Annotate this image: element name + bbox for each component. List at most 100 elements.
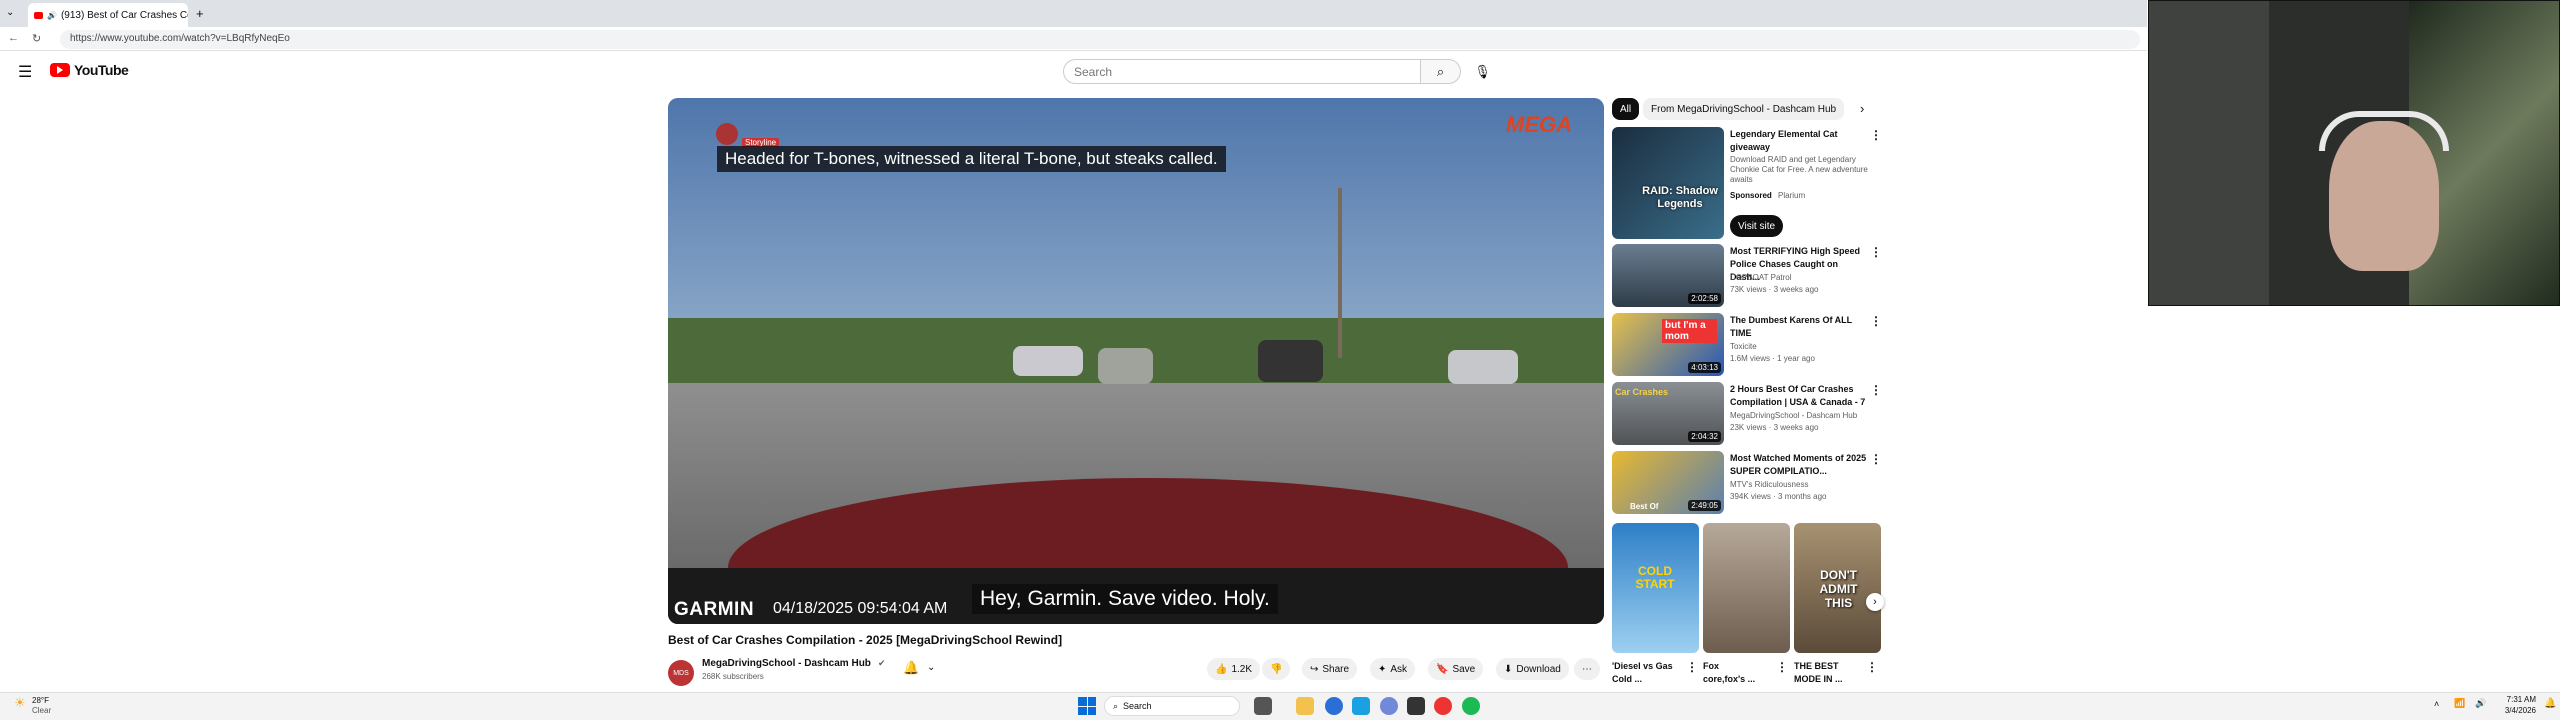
wifi-icon[interactable]: 📶 bbox=[2454, 698, 2465, 709]
reload-icon[interactable]: ↻ bbox=[32, 32, 41, 45]
more-options-icon[interactable]: ⋮ bbox=[1870, 245, 1882, 259]
file-explorer-icon[interactable] bbox=[1296, 697, 1314, 715]
clock-date[interactable]: 3/4/2026 bbox=[2496, 706, 2536, 715]
video-meta: 394K views · 3 months ago bbox=[1730, 492, 1827, 501]
dislike-button[interactable]: 👎 bbox=[1262, 658, 1291, 680]
video-title-link[interactable]: The Dumbest Karens Of ALL TIME bbox=[1730, 314, 1870, 340]
sparkle-icon: ✦ bbox=[1378, 663, 1387, 675]
like-button[interactable]: 👍 1.2K bbox=[1207, 658, 1261, 680]
visit-site-button[interactable]: Visit site bbox=[1730, 215, 1784, 237]
clock-time[interactable]: 7:31 AM bbox=[2496, 695, 2536, 704]
storyline-avatar bbox=[716, 123, 738, 145]
video-thumbnail[interactable]: Car Crashes 2:04:32 bbox=[1612, 382, 1724, 445]
windows-start-icon[interactable] bbox=[1078, 697, 1096, 715]
more-actions-button[interactable]: ⋯ bbox=[1574, 658, 1600, 680]
chip-from-channel[interactable]: From MegaDrivingSchool - Dashcam Hub bbox=[1643, 98, 1845, 120]
video-duration: 2:49:05 bbox=[1688, 500, 1721, 511]
microphone-icon: 🎙 bbox=[1474, 63, 1491, 79]
video-thumbnail[interactable]: Best Of 2:49:05 bbox=[1612, 451, 1724, 514]
tab-list-icon[interactable]: ⌄ bbox=[6, 7, 14, 18]
weather-condition: Clear bbox=[32, 706, 52, 715]
youtube-logo[interactable]: YouTube bbox=[50, 62, 129, 78]
video-thumbnail[interactable]: 2:02:58 bbox=[1612, 244, 1724, 307]
short-thumbnail[interactable]: COLD START bbox=[1612, 523, 1699, 653]
chevron-down-icon[interactable]: ⌄ bbox=[927, 662, 935, 673]
video-thumb-text: but I'm a mom bbox=[1662, 319, 1717, 343]
menu-icon[interactable]: ☰ bbox=[18, 62, 32, 82]
video-meta: 1.6M views · 1 year ago bbox=[1730, 354, 1815, 363]
more-options-icon[interactable]: ⋮ bbox=[1870, 452, 1882, 466]
video-thumbnail[interactable]: but I'm a mom 4:03:13 bbox=[1612, 313, 1724, 376]
more-options-icon[interactable]: ⋮ bbox=[1870, 128, 1882, 142]
sponsored-thumbnail[interactable]: RAID: Shadow Legends bbox=[1612, 127, 1724, 239]
weather-icon[interactable]: ☀ bbox=[14, 695, 26, 711]
sponsored-thumb-text: RAID: Shadow Legends bbox=[1642, 185, 1718, 210]
url-field[interactable]: https://www.youtube.com/watch?v=LBqRfyNe… bbox=[60, 30, 2140, 49]
share-button[interactable]: ↪ Share bbox=[1302, 658, 1358, 680]
utility-pole bbox=[1338, 188, 1342, 358]
sponsored-description: Download RAID and get Legendary Chonkie … bbox=[1730, 155, 1868, 184]
search-button[interactable]: ⌕ bbox=[1421, 59, 1461, 84]
tray-chevron-up-icon[interactable]: ˄ bbox=[2434, 699, 2439, 709]
video-sky bbox=[668, 98, 1604, 338]
more-options-icon[interactable]: ⋮ bbox=[1870, 383, 1882, 397]
video-car bbox=[1258, 340, 1323, 382]
tab-title: (913) Best of Car Crashes Co... bbox=[60, 9, 188, 21]
video-duration: 4:03:13 bbox=[1688, 362, 1721, 373]
shorts-next-button[interactable]: › bbox=[1866, 593, 1884, 611]
more-options-icon[interactable]: ⋮ bbox=[1776, 660, 1788, 674]
short-thumbnail[interactable]: DON'T ADMIT THIS bbox=[1794, 523, 1881, 653]
notification-icon[interactable]: 🔔 bbox=[2544, 698, 2556, 709]
more-options-icon[interactable]: ⋮ bbox=[1866, 660, 1878, 674]
video-car bbox=[1013, 346, 1083, 376]
video-channel[interactable]: MTV's Ridiculousness bbox=[1730, 479, 1870, 490]
taskbar bbox=[0, 692, 2560, 720]
logo-text: YouTube bbox=[74, 62, 129, 78]
video-channel[interactable]: Toxicite bbox=[1730, 341, 1870, 352]
ask-button[interactable]: ✦ Ask bbox=[1370, 658, 1416, 680]
store-icon[interactable] bbox=[1352, 697, 1370, 715]
video-title-link[interactable]: 2 Hours Best Of Car Crashes Compilation … bbox=[1730, 383, 1870, 409]
taskbar-search-label: Search bbox=[1123, 701, 1152, 711]
short-title[interactable]: Fox core,fox's ... bbox=[1703, 660, 1763, 686]
speaker-icon[interactable]: 🔊 bbox=[47, 11, 57, 20]
video-channel[interactable]: COPBOAT Patrol bbox=[1730, 272, 1870, 283]
caption-top: Headed for T-bones, witnessed a literal … bbox=[717, 146, 1226, 172]
chevron-right-icon[interactable]: › bbox=[1860, 101, 1864, 116]
save-button[interactable]: 🔖 Save bbox=[1428, 658, 1484, 680]
weather-temp: 28°F bbox=[32, 696, 49, 705]
search-input[interactable]: Search bbox=[1063, 59, 1421, 84]
download-button[interactable]: ⬇ Download bbox=[1496, 658, 1569, 680]
channel-avatar[interactable]: MDS bbox=[668, 660, 694, 686]
spotify-icon[interactable] bbox=[1462, 697, 1480, 715]
edge-icon[interactable] bbox=[1325, 697, 1343, 715]
taskbar-search[interactable]: ⌕ Search bbox=[1104, 696, 1240, 716]
task-view-icon[interactable] bbox=[1254, 697, 1272, 715]
volume-icon[interactable]: 🔊 bbox=[2475, 698, 2486, 709]
discord-icon[interactable] bbox=[1380, 697, 1398, 715]
video-player[interactable]: Storyline Headed for T-bones, witnessed … bbox=[668, 98, 1604, 624]
more-options-icon[interactable]: ⋮ bbox=[1870, 314, 1882, 328]
notification-bell-icon[interactable]: 🔔 bbox=[903, 660, 919, 676]
short-title[interactable]: THE BEST MODE IN ... bbox=[1794, 660, 1856, 686]
ask-label: Ask bbox=[1390, 663, 1408, 675]
sponsored-title[interactable]: Legendary Elemental Cat giveaway bbox=[1730, 128, 1870, 154]
short-thumb-text: COLD START bbox=[1635, 564, 1675, 591]
browser-tab-active[interactable]: 🔊 (913) Best of Car Crashes Co... ✕ bbox=[28, 3, 188, 27]
chrome-icon[interactable] bbox=[1434, 697, 1452, 715]
video-title-link[interactable]: Most Watched Moments of 2025 SUPER COMPI… bbox=[1730, 452, 1870, 478]
short-title[interactable]: 'Diesel vs Gas Cold ... bbox=[1612, 660, 1682, 686]
channel-name[interactable]: MegaDrivingSchool - Dashcam Hub bbox=[702, 658, 871, 669]
short-thumbnail[interactable] bbox=[1703, 523, 1790, 653]
obs-icon[interactable] bbox=[1407, 697, 1425, 715]
chip-all[interactable]: All bbox=[1612, 98, 1640, 120]
video-channel[interactable]: MegaDrivingSchool - Dashcam Hub bbox=[1730, 410, 1870, 421]
new-tab-button[interactable]: + bbox=[196, 6, 204, 21]
back-icon[interactable]: ← bbox=[8, 32, 19, 44]
video-duration: 2:04:32 bbox=[1688, 431, 1721, 442]
browser-tab-strip bbox=[0, 0, 2147, 27]
voice-search-button[interactable]: 🎙 bbox=[1470, 59, 1495, 84]
more-options-icon[interactable]: ⋮ bbox=[1686, 660, 1698, 674]
share-label: Share bbox=[1322, 663, 1350, 675]
video-thumb-text: Best Of bbox=[1630, 502, 1659, 511]
